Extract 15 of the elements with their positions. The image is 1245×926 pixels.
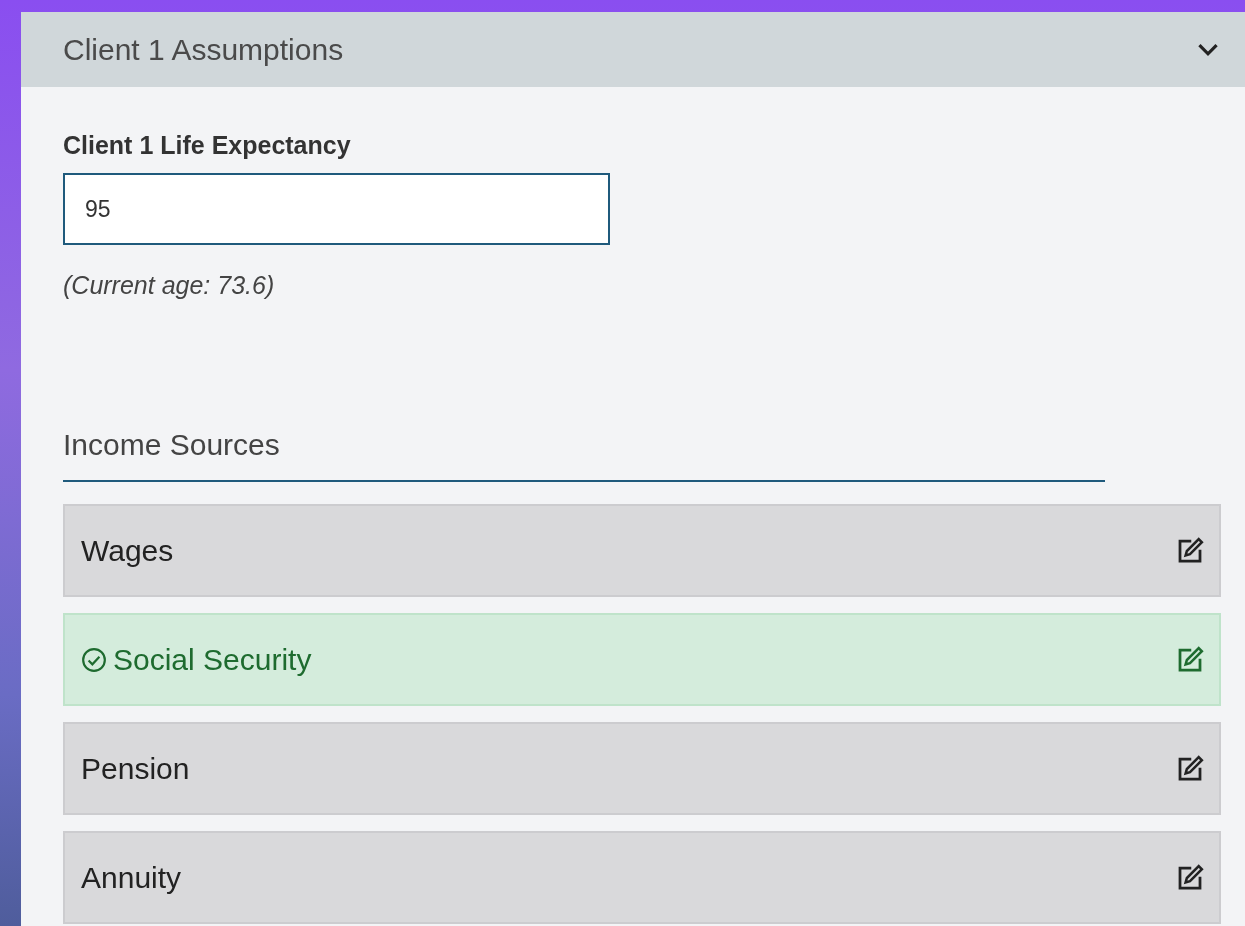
income-source-label: Pension xyxy=(81,751,191,786)
income-source-label: Social Security xyxy=(113,642,313,677)
field-label: Client 1 Life Expectancy xyxy=(63,131,352,160)
income-source-row[interactable]: Wages xyxy=(63,504,1221,597)
section-heading: Income Sources xyxy=(63,428,1105,482)
current-age-note: (Current age: 73.6) xyxy=(63,271,276,300)
panel-header[interactable]: Client 1 Assumptions xyxy=(21,12,1245,87)
income-source-label: Wages xyxy=(81,533,175,568)
check-circle-icon xyxy=(81,646,107,673)
panel-title: Client 1 Assumptions xyxy=(63,32,344,67)
income-source-label: Annuity xyxy=(81,860,183,895)
income-source-row[interactable]: Social Security xyxy=(63,613,1221,706)
life-expectancy-field[interactable]: 95 xyxy=(63,173,610,245)
income-source-row[interactable]: Pension xyxy=(63,722,1221,815)
income-source-row[interactable]: Annuity xyxy=(63,831,1221,924)
